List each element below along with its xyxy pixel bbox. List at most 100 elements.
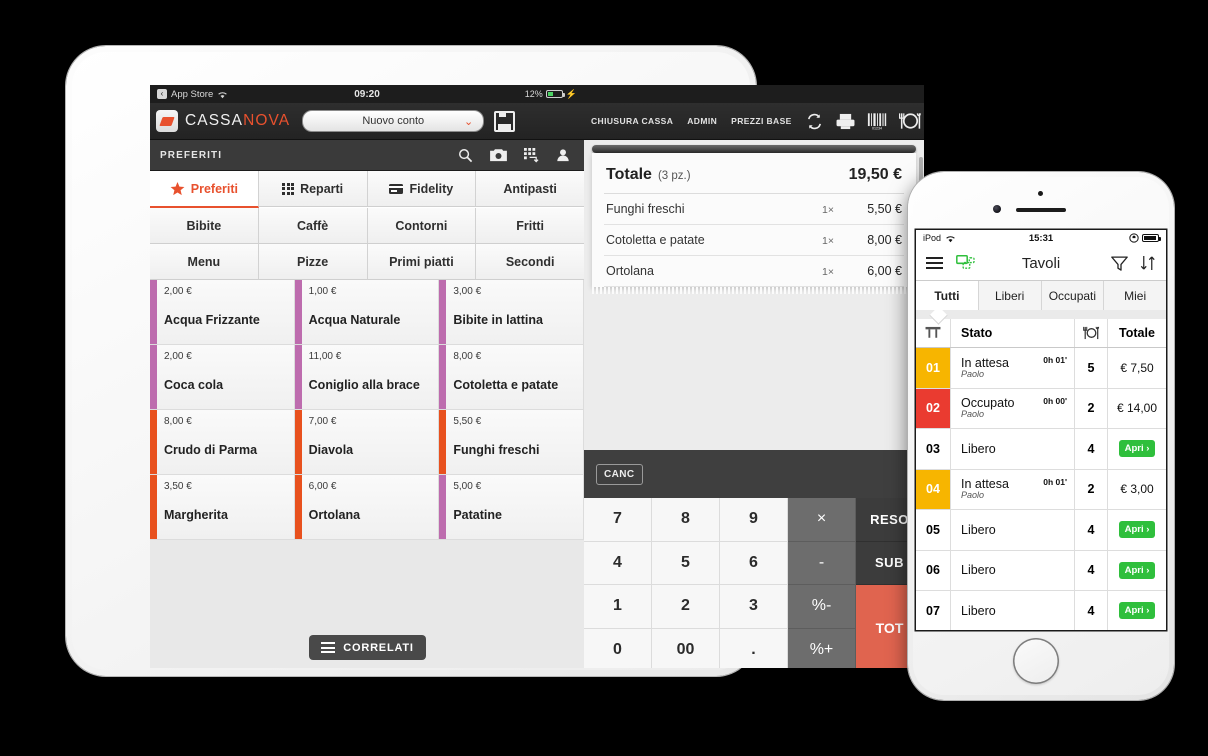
iphone-tab-occupati[interactable]: Occupati — [1041, 281, 1105, 310]
tab-preferiti[interactable]: Preferiti — [150, 171, 259, 208]
correlati-button[interactable]: CORRELATI — [309, 635, 426, 660]
apri-button[interactable]: Apri › — [1118, 561, 1156, 579]
tab-reparti[interactable]: Reparti — [258, 171, 368, 207]
product-price: 7,00 € — [308, 416, 337, 427]
tab-menu[interactable]: Menu — [150, 244, 259, 280]
tab-pizze[interactable]: Pizze — [258, 244, 368, 280]
tab-antipasti[interactable]: Antipasti — [476, 171, 584, 207]
receipt-line[interactable]: Funghi freschi 1× 5,50 € — [604, 194, 904, 225]
key-9[interactable]: 9 — [720, 498, 788, 542]
user-icon[interactable] — [556, 148, 570, 162]
table-row[interactable]: 03 Libero 4 Apri › — [916, 429, 1166, 470]
brand-first: CASSA — [185, 112, 244, 129]
table-row[interactable]: 01 In attesa Paolo 0h 01' 5 € 7,50 — [916, 348, 1166, 389]
qr-scan-icon[interactable] — [524, 147, 539, 163]
table-covers: 4 — [1075, 510, 1108, 550]
product-tile[interactable]: 6,00 € Ortolana — [294, 475, 440, 540]
tab-fidelity[interactable]: Fidelity — [367, 171, 477, 207]
apri-button[interactable]: Apri › — [1118, 602, 1156, 620]
key-3[interactable]: 3 — [720, 585, 788, 629]
key-2[interactable]: 2 — [652, 585, 720, 629]
filter-icon[interactable] — [1111, 255, 1128, 271]
key-6[interactable]: 6 — [720, 541, 788, 585]
receipt-total-row: Totale (3 pz.) 19,50 € — [604, 159, 904, 194]
tab-primi-piatti[interactable]: Primi piatti — [367, 244, 477, 280]
key-minus[interactable]: - — [788, 541, 856, 585]
key-1[interactable]: 1 — [584, 585, 652, 629]
iphone-status-bar: iPod 15:31 — [916, 230, 1166, 246]
product-tile[interactable]: 3,50 € Margherita — [150, 475, 295, 540]
apri-button[interactable]: Apri › — [1118, 521, 1156, 539]
save-icon[interactable] — [494, 110, 516, 132]
product-color-stripe — [150, 345, 157, 409]
iphone-home-button[interactable] — [1013, 638, 1059, 684]
hamburger-menu-icon[interactable] — [926, 257, 943, 269]
barcode-icon[interactable]: 01234 — [867, 112, 887, 131]
tab-label: Contorni — [395, 218, 448, 233]
product-name: Ortolana — [308, 508, 361, 522]
key-percent-plus[interactable]: %+ — [788, 628, 856, 668]
iphone-tab-miei[interactable]: Miei — [1104, 281, 1166, 310]
key-5[interactable]: 5 — [652, 541, 720, 585]
table-row[interactable]: 04 In attesa Paolo 0h 01' 2 € 3,00 — [916, 469, 1166, 510]
key-4[interactable]: 4 — [584, 541, 652, 585]
table-elapsed-time: 0h 01' — [1043, 355, 1067, 365]
account-select[interactable]: Nuovo conto ⌄ — [302, 110, 485, 132]
table-row[interactable]: 02 Occupato Paolo 0h 00' 2 € 14,00 — [916, 388, 1166, 429]
table-status: Libero — [961, 441, 996, 456]
camera-icon[interactable] — [490, 148, 507, 162]
tab-contorni[interactable]: Contorni — [367, 208, 477, 244]
key-percent-minus[interactable]: %- — [788, 585, 856, 629]
product-name: Diavola — [308, 443, 354, 457]
hamburger-menu-icon — [321, 642, 336, 653]
key-7[interactable]: 7 — [584, 498, 652, 542]
tab-caffe[interactable]: Caffè — [258, 208, 368, 244]
receipt-item-price: 8,00 € — [867, 233, 902, 247]
product-tile[interactable]: 2,00 € Acqua Frizzante — [150, 280, 295, 345]
tab-secondi[interactable]: Secondi — [476, 244, 584, 280]
chiusura-cassa-button[interactable]: CHIUSURA CASSA — [584, 116, 680, 126]
product-color-stripe — [439, 475, 447, 539]
tables-group-icon[interactable] — [956, 254, 975, 272]
receipt-total-amount: 19,50 € — [848, 166, 902, 183]
prezzi-base-button[interactable]: PREZZI BASE — [724, 116, 799, 126]
product-tile[interactable]: 11,00 € Coniglio alla brace — [294, 345, 440, 410]
search-icon[interactable] — [458, 148, 473, 163]
product-tile[interactable]: 8,00 € Crudo di Parma — [150, 410, 295, 475]
tab-bibite[interactable]: Bibite — [150, 208, 259, 244]
sync-icon[interactable] — [805, 112, 824, 131]
key-multiply[interactable]: × — [788, 498, 856, 542]
product-price: 8,00 € — [164, 416, 192, 427]
product-tile[interactable]: 2,00 € Coca cola — [150, 345, 295, 410]
tab-fritti[interactable]: Fritti — [476, 208, 584, 244]
key-0[interactable]: 0 — [584, 628, 652, 668]
receipt-line[interactable]: Cotoletta e patate 1× 8,00 € — [604, 225, 904, 256]
product-tile[interactable]: 7,00 € Diavola — [294, 410, 440, 475]
product-tile[interactable]: 1,00 € Acqua Naturale — [294, 280, 440, 345]
back-chevron-icon[interactable]: ‹ — [157, 89, 167, 99]
product-tile[interactable]: 8,00 € Cotoletta e patate — [439, 345, 584, 410]
receipt-line[interactable]: Ortolana 1× 6,00 € — [604, 256, 904, 287]
apri-button[interactable]: Apri › — [1118, 440, 1156, 458]
key-8[interactable]: 8 — [652, 498, 720, 542]
iphone-tab-liberi[interactable]: Liberi — [978, 281, 1042, 310]
canc-button[interactable]: CANC — [596, 463, 643, 485]
table-total-cell: Apri › — [1108, 510, 1166, 550]
table-covers: 4 — [1075, 429, 1108, 469]
table-row[interactable]: 06 Libero 4 Apri › — [916, 550, 1166, 591]
product-tile[interactable]: 3,00 € Bibite in lattina — [439, 280, 584, 345]
iphone-tab-tutti[interactable]: Tutti — [916, 281, 979, 310]
plate-cutlery-icon[interactable] — [898, 111, 922, 131]
product-tile[interactable]: 5,00 € Patatine — [439, 475, 584, 540]
printer-icon[interactable] — [836, 113, 855, 130]
key-00[interactable]: 00 — [652, 628, 720, 668]
admin-button[interactable]: ADMIN — [680, 116, 724, 126]
table-row[interactable]: 07 Libero 4 Apri › — [916, 591, 1166, 630]
table-row[interactable]: 05 Libero 4 Apri › — [916, 510, 1166, 551]
key-dot[interactable]: . — [720, 628, 788, 668]
sort-icon[interactable] — [1140, 255, 1156, 271]
tab-label: Secondi — [505, 254, 555, 269]
screenshot-stage: ‹ App Store 09:20 12% ⚡ CASSANOVA Nuovo … — [0, 0, 1208, 756]
product-tile[interactable]: 5,50 € Funghi freschi — [439, 410, 584, 475]
table-number: 01 — [916, 348, 951, 388]
